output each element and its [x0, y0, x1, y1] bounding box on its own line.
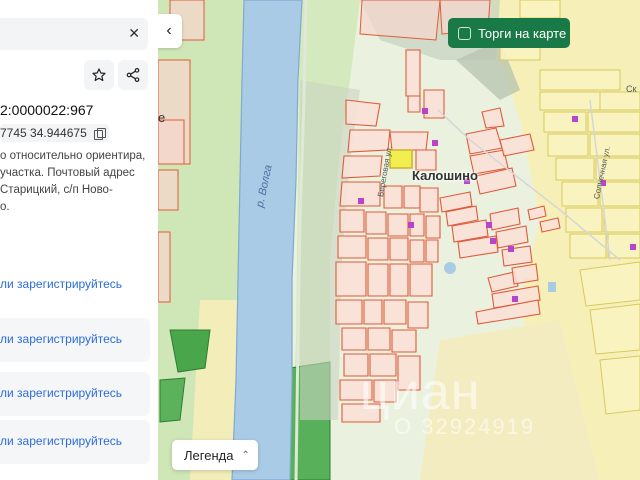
locked-info-block: ли зарегистрируйтесь	[0, 318, 150, 362]
address-line-4: о.	[0, 201, 10, 213]
address-line-2: участка. Почтовый адрес	[0, 167, 135, 179]
locked-info-block: ли зарегистрируйтесь	[0, 372, 150, 416]
search-bar[interactable]: ✕	[0, 18, 148, 50]
cadastral-number: 2:0000022:967	[0, 102, 94, 118]
side-label: е	[158, 110, 166, 125]
star-icon	[92, 68, 106, 82]
close-icon[interactable]: ✕	[128, 25, 140, 42]
legend-button[interactable]: Легенда ⌃	[172, 440, 258, 470]
village-label: Калошино	[412, 168, 478, 183]
coordinates-text: 7745 34.944675	[0, 126, 87, 140]
coordinates-chip: 7745 34.944675	[0, 124, 109, 142]
checkbox-icon[interactable]	[458, 26, 471, 40]
watermark-id: О 32924919	[394, 414, 536, 439]
address-line-3: Старицкий, с/п Ново-	[0, 184, 113, 196]
auctions-on-map-toggle[interactable]: Торги на карте	[448, 18, 570, 48]
legend-label: Легенда	[184, 447, 234, 463]
parcel-info-panel: ✕ 2:0000022:967 7745 34.944675 о относит…	[0, 0, 158, 480]
copy-icon[interactable]	[93, 127, 106, 140]
chevron-up-icon: ⌃	[241, 449, 250, 461]
locked-info-block: ли зарегистрируйтесь	[0, 420, 150, 464]
auctions-on-map-label: Торги на карте	[478, 25, 567, 41]
favorite-button[interactable]	[84, 60, 114, 90]
watermark-logo: циан	[360, 363, 481, 421]
login-register-link[interactable]: ли зарегистрируйтесь	[0, 332, 122, 346]
share-icon	[126, 68, 140, 82]
login-register-link[interactable]: ли зарегистрируйтесь	[0, 434, 122, 448]
address-line-1: о относительно ориентира,	[0, 150, 146, 162]
street-label-corner: Ск	[626, 84, 637, 94]
collapse-panel-button[interactable]: ‹	[156, 14, 182, 48]
selected-parcel	[389, 149, 413, 169]
chevron-left-icon: ‹	[166, 22, 172, 39]
login-register-link[interactable]: ли зарегистрируйтесь	[0, 277, 122, 291]
share-button[interactable]	[118, 60, 148, 90]
login-register-link[interactable]: ли зарегистрируйтесь	[0, 386, 122, 400]
